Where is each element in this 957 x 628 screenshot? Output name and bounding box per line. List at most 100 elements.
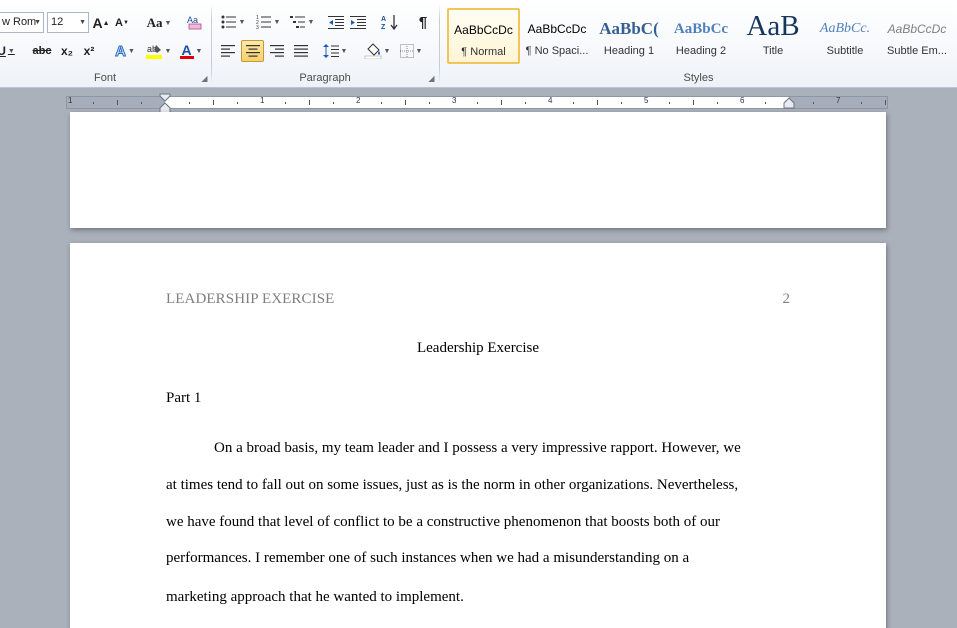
- font-dialog-launcher-icon[interactable]: ◢: [200, 74, 209, 83]
- ruler-tick: [597, 100, 598, 105]
- shading-button[interactable]: ▼: [361, 40, 393, 62]
- style-name: ¶ No Spaci...: [525, 45, 589, 57]
- ruler-tick: [765, 102, 766, 104]
- body-line[interactable]: we have found that level of conflict to …: [166, 514, 778, 531]
- align-right-icon: [270, 45, 284, 57]
- bullets-icon: [221, 15, 236, 29]
- ruler-tick: [429, 102, 430, 104]
- increase-indent-button[interactable]: [348, 11, 368, 33]
- styles-group-label: Styles: [683, 72, 714, 84]
- sort-button[interactable]: AZ: [378, 11, 402, 33]
- superscript-button[interactable]: x²: [79, 40, 99, 62]
- style-no-spacing[interactable]: AaBbCcDc ¶ No Spaci...: [521, 8, 593, 64]
- ruler-tick: [333, 102, 334, 104]
- line-spacing-button[interactable]: ▼: [320, 40, 350, 62]
- underline-icon: U: [0, 44, 6, 58]
- styles-gallery: AaBbCcDc ¶ Normal AaBbCcDc ¶ No Spaci...…: [444, 6, 957, 66]
- strikethrough-button[interactable]: abc: [29, 40, 55, 62]
- style-sample: AaBbCcDc: [527, 22, 587, 36]
- bullets-button[interactable]: ▼: [218, 11, 248, 33]
- font-color-button[interactable]: A ▼: [176, 40, 206, 62]
- show-marks-button[interactable]: ¶: [412, 11, 434, 33]
- page-2[interactable]: LEADERSHIP EXERCISE 2 Leadership Exercis…: [70, 243, 886, 628]
- ruler-tick: [189, 102, 190, 104]
- body-line[interactable]: On a broad basis, my team leader and I p…: [166, 440, 778, 457]
- part-heading[interactable]: Part 1: [166, 390, 201, 407]
- align-center-icon: [245, 45, 260, 57]
- align-center-button[interactable]: [241, 40, 264, 62]
- decrease-indent-button[interactable]: [326, 11, 346, 33]
- style-title[interactable]: AaB Title: [737, 8, 809, 64]
- font-color-swatch: [179, 55, 194, 59]
- align-left-button[interactable]: [217, 40, 239, 62]
- style-subtle-emphasis[interactable]: AaBbCcDc Subtle Em...: [881, 8, 953, 64]
- paint-bucket-icon: [364, 43, 381, 59]
- grow-font-icon: A: [92, 15, 103, 31]
- font-name-box[interactable]: w Rom ▼: [0, 12, 44, 33]
- style-sample: AaBbCc: [673, 21, 729, 37]
- svg-text:Aa: Aa: [187, 15, 198, 25]
- ruler-number: 6: [740, 96, 745, 105]
- borders-icon: [399, 44, 414, 58]
- style-name: Title: [762, 45, 784, 57]
- style-normal[interactable]: AaBbCcDc ¶ Normal: [447, 8, 520, 64]
- svg-text:3: 3: [256, 25, 259, 29]
- ruler-number: 3: [452, 96, 457, 105]
- running-header: LEADERSHIP EXERCISE: [166, 291, 335, 307]
- ruler-tick: [141, 102, 142, 104]
- style-sample: AaBbCcDc: [887, 22, 947, 36]
- horizontal-ruler[interactable]: 1 1 2 3 4 5 6 7: [66, 96, 888, 109]
- clear-formatting-icon: Aa: [187, 15, 202, 30]
- ruler-number: 4: [548, 96, 553, 105]
- style-sample: AaBbC(: [599, 19, 659, 38]
- ruler-number: 1: [68, 96, 73, 105]
- chevron-down-icon[interactable]: ▼: [34, 13, 41, 32]
- style-sample: AaBbCc.: [819, 21, 871, 36]
- line-spacing-icon: [322, 44, 339, 58]
- change-case-icon: Aa: [146, 15, 163, 30]
- ruler-tick: [573, 102, 574, 104]
- ruler-tick: [525, 102, 526, 104]
- grow-font-button[interactable]: A ▲: [92, 12, 110, 34]
- style-heading-2[interactable]: AaBbCc Heading 2: [665, 8, 737, 64]
- subscript-icon: x₂: [60, 44, 73, 58]
- justify-button[interactable]: [290, 40, 312, 62]
- right-indent-icon[interactable]: [783, 97, 795, 109]
- font-size-box[interactable]: 12 ▼: [47, 12, 89, 33]
- subscript-button[interactable]: x₂: [57, 40, 77, 62]
- shrink-font-button[interactable]: A ▼: [113, 12, 131, 34]
- font-color-letter: A: [181, 41, 192, 58]
- ruler-tick: [381, 102, 382, 104]
- paragraph-dialog-launcher-icon[interactable]: ◢: [427, 74, 436, 83]
- change-case-button[interactable]: Aa ▼: [144, 12, 174, 34]
- body-line[interactable]: marketing approach that he wanted to imp…: [166, 589, 778, 606]
- strikethrough-icon: abc: [32, 45, 52, 57]
- multilevel-list-button[interactable]: ▼: [287, 11, 317, 33]
- ruler-number: 7: [836, 96, 841, 105]
- body-line[interactable]: performances. I remember one of such ins…: [166, 550, 778, 567]
- style-sample: AaBbCcDc: [454, 23, 513, 37]
- style-name: ¶ Normal: [461, 46, 506, 58]
- page-1-bottom[interactable]: [70, 112, 886, 228]
- style-subtitle[interactable]: AaBbCc. Subtitle: [809, 8, 881, 64]
- ruler-tick: [669, 102, 670, 104]
- font-group-label: Font: [93, 72, 116, 84]
- style-heading-1[interactable]: AaBbC( Heading 1: [593, 8, 665, 64]
- align-right-button[interactable]: [266, 40, 288, 62]
- svg-text:Z: Z: [381, 24, 386, 31]
- ruler-tick: [861, 102, 862, 104]
- borders-button[interactable]: ▼: [396, 40, 426, 62]
- text-effects-button[interactable]: A ▼: [110, 40, 140, 62]
- numbering-button[interactable]: 1 2 3 ▼: [253, 11, 283, 33]
- chevron-down-icon[interactable]: ▼: [79, 13, 86, 32]
- ruler-tick: [285, 102, 286, 104]
- ruler-number: 5: [644, 96, 649, 105]
- highlight-button[interactable]: ab ▼: [142, 40, 174, 62]
- document-title[interactable]: Leadership Exercise: [70, 340, 886, 357]
- body-line[interactable]: at times tend to fall out on some issues…: [166, 477, 778, 494]
- superscript-icon: x²: [83, 44, 95, 58]
- ruler-number: 1: [260, 96, 265, 105]
- ruler-tick: [93, 102, 94, 104]
- underline-button[interactable]: U ▼: [0, 40, 16, 62]
- clear-formatting-button[interactable]: Aa: [184, 11, 206, 33]
